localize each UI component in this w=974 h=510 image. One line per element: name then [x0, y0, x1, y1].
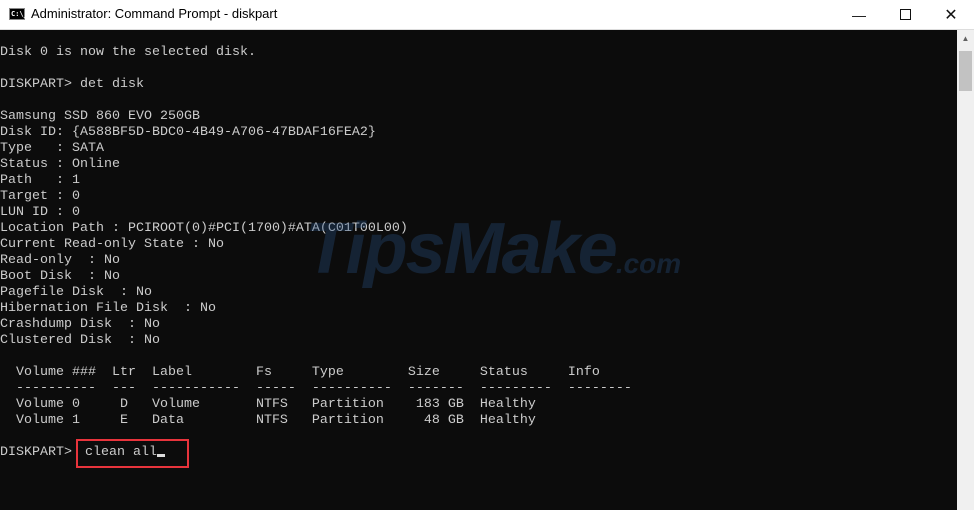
console-line: Volume 0 D Volume NTFS Partition 183 GB …	[0, 397, 536, 412]
title-bar: C:\_ Administrator: Command Prompt - dis…	[0, 0, 974, 30]
vertical-scrollbar[interactable]: ▲	[957, 30, 974, 510]
console-line: LUN ID : 0	[0, 205, 80, 220]
command-text: clean all	[84, 445, 157, 460]
console-line: Target : 0	[0, 189, 80, 204]
console-line: Volume ### Ltr Label Fs Type Size Status…	[0, 365, 600, 380]
console-line: Location Path : PCIROOT(0)#PCI(1700)#ATA…	[0, 221, 408, 236]
console-line: Disk 0 is now the selected disk.	[0, 45, 256, 60]
console-line: Read-only : No	[0, 253, 120, 268]
scroll-up-arrow-icon[interactable]: ▲	[957, 34, 974, 43]
console-line: DISKPART> det disk	[0, 77, 144, 92]
minimize-icon: —	[852, 6, 866, 23]
close-button[interactable]: ✕	[928, 0, 974, 29]
window-title: Administrator: Command Prompt - diskpart	[31, 6, 278, 21]
text-cursor	[156, 454, 165, 457]
console-output[interactable]: Disk 0 is now the selected disk. DISKPART…	[0, 30, 957, 510]
maximize-icon	[899, 9, 911, 20]
close-icon: ✕	[944, 6, 958, 24]
console-line: Type : SATA	[0, 141, 104, 156]
prompt: DISKPART>	[0, 445, 80, 460]
console-line: Samsung SSD 860 EVO 250GB	[0, 109, 200, 124]
minimize-button[interactable]: —	[836, 0, 882, 29]
console-line: Disk ID: {A588BF5D-BDC0-4B49-A706-47BDAF…	[0, 125, 376, 140]
console-line: Current Read-only State : No	[0, 237, 224, 252]
console-line: Pagefile Disk : No	[0, 285, 152, 300]
command-prompt-icon: C:\_	[9, 8, 28, 20]
prompt-line[interactable]: DISKPART> clean all	[0, 439, 957, 468]
maximize-button[interactable]	[882, 0, 928, 29]
console-line: Clustered Disk : No	[0, 333, 160, 348]
console-line: Path : 1	[0, 173, 80, 188]
console-line: Hibernation File Disk : No	[0, 301, 216, 316]
current-command-input[interactable]: clean all	[75, 439, 189, 468]
console-line: Volume 1 E Data NTFS Partition 48 GB Hea…	[0, 413, 536, 428]
console-line: Boot Disk : No	[0, 269, 120, 284]
console-line: ---------- --- ----------- ----- -------…	[0, 381, 632, 396]
scrollbar-thumb[interactable]	[959, 51, 972, 91]
console-line: Status : Online	[0, 157, 120, 172]
console-line: Crashdump Disk : No	[0, 317, 160, 332]
